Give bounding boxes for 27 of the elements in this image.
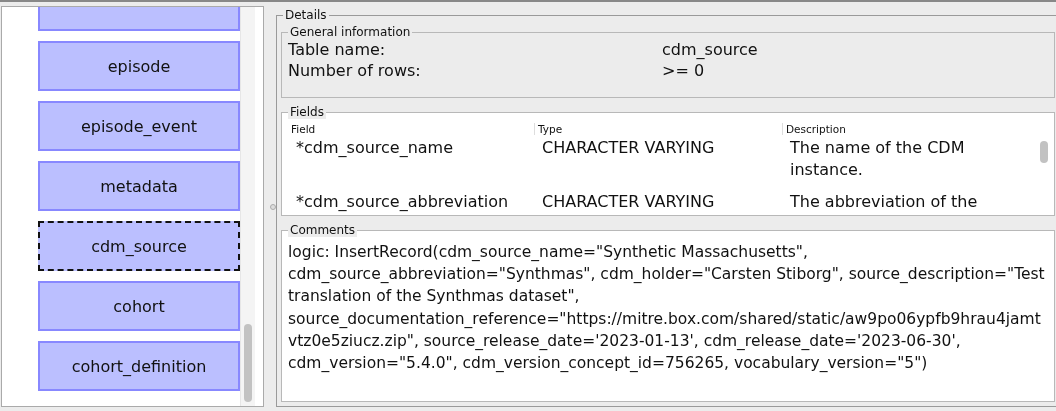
table-item[interactable]: episode_event (38, 101, 240, 151)
table-item[interactable]: cdm_source (38, 221, 240, 271)
scrollbar-thumb[interactable] (1040, 141, 1048, 163)
table-cell-text: CHARACTER VARYING (541, 137, 716, 159)
group-title: Comments (288, 223, 358, 237)
table-cell-text: *cdm_source_name (295, 137, 455, 159)
group-title: Details (283, 8, 329, 22)
grip-icon (270, 203, 276, 210)
table-item[interactable]: metadata (38, 161, 240, 211)
table-cell-text: The name of the CDM instance. (789, 137, 966, 181)
column-header[interactable]: Type (534, 123, 782, 135)
column-header[interactable]: Description (782, 123, 1050, 135)
info-label: Number of rows: (288, 60, 422, 81)
table-cell-text: The abbreviation of the (789, 191, 979, 213)
scrollbar-thumb[interactable] (244, 324, 252, 402)
table-item[interactable]: cohort (38, 281, 240, 331)
info-value: cdm_source (662, 39, 759, 60)
table-cell-text: *cdm_source_abbreviation (295, 191, 510, 213)
group-title: Fields (288, 105, 326, 119)
info-value: >= 0 (662, 60, 706, 81)
column-header[interactable]: Field (288, 123, 534, 135)
group-title: General information (288, 25, 413, 39)
table-item[interactable]: episode (38, 41, 240, 91)
table-cell-text: CHARACTER VARYING (541, 191, 716, 213)
table-item[interactable]: cohort_definition (38, 341, 240, 391)
info-label: Table name: (288, 39, 387, 60)
scrollbar[interactable] (240, 7, 255, 406)
